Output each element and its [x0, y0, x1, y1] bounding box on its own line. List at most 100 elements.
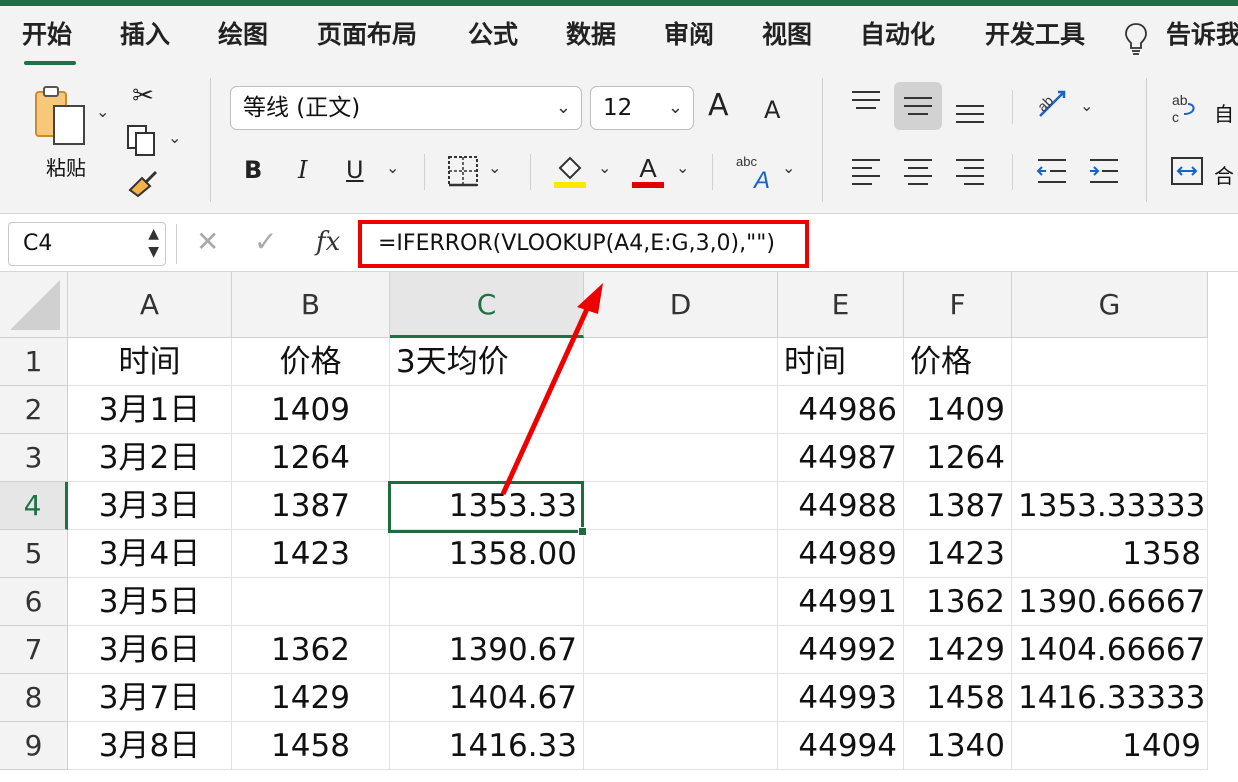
cell-d9[interactable] [584, 722, 778, 770]
row-header-9[interactable]: 9 [0, 722, 68, 770]
row-header-6[interactable]: 6 [0, 578, 68, 626]
bold-button[interactable]: B [244, 156, 262, 184]
column-header-f[interactable]: F [904, 272, 1012, 338]
cell-b8[interactable]: 1429 [232, 674, 390, 722]
insert-function-fx-icon[interactable]: fx [316, 224, 340, 260]
cell-e4[interactable]: 44988 [778, 482, 904, 530]
cell-f2[interactable]: 1409 [904, 386, 1012, 434]
cell-f9[interactable]: 1340 [904, 722, 1012, 770]
cell-c3[interactable] [390, 434, 584, 482]
cell-a8[interactable]: 3月7日 [68, 674, 232, 722]
tab-view[interactable]: 视图 [762, 20, 812, 50]
italic-button[interactable]: I [298, 156, 307, 184]
wrap-text-icon[interactable]: ab c [1170, 92, 1204, 124]
phonetic-chevron-icon[interactable]: ⌄ [782, 158, 795, 177]
cell-g5[interactable]: 1358 [1012, 530, 1208, 578]
orientation-chevron-icon[interactable]: ⌄ [1080, 96, 1093, 115]
cell-e6[interactable]: 44991 [778, 578, 904, 626]
row-header-5[interactable]: 5 [0, 530, 68, 578]
tab-formulas[interactable]: 公式 [468, 20, 518, 50]
tab-automate[interactable]: 自动化 [860, 20, 935, 50]
row-header-1[interactable]: 1 [0, 338, 68, 386]
cell-f7[interactable]: 1429 [904, 626, 1012, 674]
cell-d3[interactable] [584, 434, 778, 482]
font-size-combo[interactable]: 12 ⌄ [590, 86, 694, 130]
fill-color-bucket-icon[interactable] [552, 152, 588, 190]
cell-f8[interactable]: 1458 [904, 674, 1012, 722]
cell-e8[interactable]: 44993 [778, 674, 904, 722]
cell-g3[interactable] [1012, 434, 1208, 482]
column-header-g[interactable]: G [1012, 272, 1208, 338]
copy-dropdown-chevron-icon[interactable]: ⌄ [168, 128, 181, 147]
borders-chevron-icon[interactable]: ⌄ [488, 158, 501, 177]
cell-d6[interactable] [584, 578, 778, 626]
cell-b1[interactable]: 价格 [232, 338, 390, 386]
tab-developer[interactable]: 开发工具 [985, 20, 1085, 50]
merge-center-label[interactable]: 合 [1214, 160, 1234, 189]
shrink-font-button[interactable]: A [764, 96, 780, 124]
cell-f4[interactable]: 1387 [904, 482, 1012, 530]
cell-d4[interactable] [584, 482, 778, 530]
column-header-b[interactable]: B [232, 272, 390, 338]
column-header-a[interactable]: A [68, 272, 232, 338]
cell-d5[interactable] [584, 530, 778, 578]
merge-center-icon[interactable] [1170, 156, 1204, 186]
name-box-stepper-icon[interactable]: ▲ ▼ [148, 225, 159, 261]
cell-b7[interactable]: 1362 [232, 626, 390, 674]
grow-font-button[interactable]: A [708, 91, 729, 121]
underline-button[interactable]: U [346, 156, 364, 184]
column-header-c[interactable]: C [390, 272, 584, 338]
cell-c2[interactable] [390, 386, 584, 434]
row-header-7[interactable]: 7 [0, 626, 68, 674]
confirm-entry-icon[interactable]: ✓ [254, 224, 277, 260]
name-box[interactable]: C4 ▲ ▼ [8, 222, 166, 266]
copy-icon[interactable] [126, 124, 158, 158]
wrap-text-label[interactable]: 自 [1214, 98, 1234, 127]
cell-g8[interactable]: 1416.33333 [1012, 674, 1208, 722]
cell-g7[interactable]: 1404.66667 [1012, 626, 1208, 674]
fill-color-chevron-icon[interactable]: ⌄ [598, 158, 611, 177]
cell-d8[interactable] [584, 674, 778, 722]
tab-tell-me[interactable]: 告诉我 [1166, 20, 1238, 50]
cell-g1[interactable] [1012, 338, 1208, 386]
align-right-icon[interactable] [952, 156, 988, 186]
cell-a5[interactable]: 3月4日 [68, 530, 232, 578]
cell-a7[interactable]: 3月6日 [68, 626, 232, 674]
column-header-d[interactable]: D [584, 272, 778, 338]
tab-home[interactable]: 开始 [22, 20, 72, 50]
cell-f6[interactable]: 1362 [904, 578, 1012, 626]
cell-g9[interactable]: 1409 [1012, 722, 1208, 770]
cell-b5[interactable]: 1423 [232, 530, 390, 578]
cell-b6[interactable] [232, 578, 390, 626]
cell-b9[interactable]: 1458 [232, 722, 390, 770]
cell-a6[interactable]: 3月5日 [68, 578, 232, 626]
cell-e2[interactable]: 44986 [778, 386, 904, 434]
decrease-indent-icon[interactable] [1034, 156, 1070, 186]
font-name-combo[interactable]: 等线 (正文) ⌄ [230, 86, 582, 130]
cell-a9[interactable]: 3月8日 [68, 722, 232, 770]
row-header-4[interactable]: 4 [0, 482, 68, 530]
select-all-corner[interactable] [0, 272, 68, 338]
align-left-icon[interactable] [848, 156, 884, 186]
cell-f1[interactable]: 价格 [904, 338, 1012, 386]
cell-e1[interactable]: 时间 [778, 338, 904, 386]
cell-b4[interactable]: 1387 [232, 482, 390, 530]
cell-d2[interactable] [584, 386, 778, 434]
cut-scissors-icon[interactable]: ✂ [130, 82, 156, 110]
format-painter-icon[interactable] [126, 168, 160, 198]
tab-review[interactable]: 审阅 [664, 20, 714, 50]
cell-e3[interactable]: 44987 [778, 434, 904, 482]
tab-draw[interactable]: 绘图 [218, 20, 268, 50]
row-header-8[interactable]: 8 [0, 674, 68, 722]
cell-b3[interactable]: 1264 [232, 434, 390, 482]
font-color-icon[interactable]: A [630, 152, 666, 190]
row-header-3[interactable]: 3 [0, 434, 68, 482]
cell-g2[interactable] [1012, 386, 1208, 434]
cell-f5[interactable]: 1423 [904, 530, 1012, 578]
align-top-icon[interactable] [848, 88, 884, 118]
cell-g6[interactable]: 1390.66667 [1012, 578, 1208, 626]
increase-indent-icon[interactable] [1086, 156, 1122, 186]
cell-c9[interactable]: 1416.33 [390, 722, 584, 770]
column-header-e[interactable]: E [778, 272, 904, 338]
cell-a1[interactable]: 时间 [68, 338, 232, 386]
